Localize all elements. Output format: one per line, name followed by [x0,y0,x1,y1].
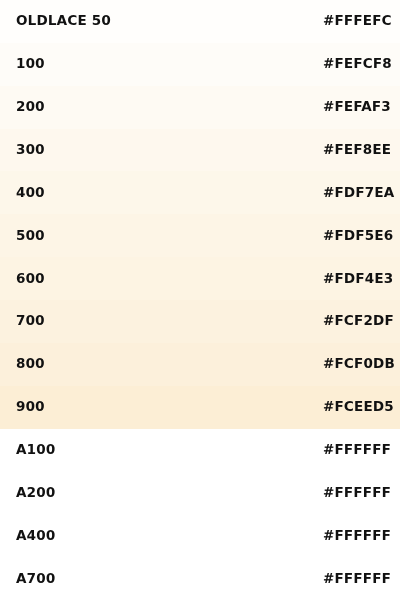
swatch-hex-code: #FEFAF3 [323,99,391,116]
swatch-name: 300 [16,142,45,158]
swatch-hex-code: #FFFFFF [323,570,392,587]
color-swatch-row: 300 #FEF8EE [0,128,400,172]
swatch-name: 500 [16,227,45,244]
swatch-hex-code: #FCF0DB [323,356,395,373]
swatch-hex-code: #FEF8EE [323,142,392,158]
color-swatch-row: 900 #FCEED5 [0,385,400,429]
color-swatch-row: A100 #FFFFFF [0,428,400,472]
swatch-name: A100 [16,442,56,459]
swatch-hex-code: #FCF2DF [323,313,394,330]
swatch-hex-code: #FEFCF8 [323,56,392,73]
color-swatch-row: OLDLACE 50 #FFFEFC [0,0,400,43]
swatch-hex-code: #FDF5E6 [323,227,394,244]
color-swatch-row: 800 #FCF0DB [0,342,400,386]
swatch-hex-code: #FDF4E3 [323,270,394,287]
color-swatch-row: 700 #FCF2DF [0,300,400,343]
swatch-name: A200 [16,484,56,501]
swatch-name: 200 [16,99,45,116]
swatch-hex-code: #FFFFFF [323,484,392,501]
swatch-name: 600 [16,270,45,287]
color-swatch-row: 400 #FDF7EA [0,171,400,215]
color-swatch-row: 500 #FDF5E6 [0,214,400,258]
color-swatch-row: 100 #FEFCF8 [0,42,400,86]
color-swatch-row: 200 #FEFAF3 [0,85,400,129]
color-palette: OLDLACE 50 #FFFEFC 100 #FEFCF8 200 #FEFAF3 300… [0,0,400,600]
color-swatch-row: 600 #FDF4E3 [0,257,400,301]
swatch-name: 800 [16,356,45,373]
swatch-name: OLDLACE 50 [16,13,111,30]
swatch-hex-code: #FFFFFF [323,527,392,544]
color-swatch-row: A400 #FFFFFF [0,514,400,558]
color-swatch-row: A700 #FFFFFF [0,557,400,600]
swatch-name: 700 [16,313,45,330]
swatch-hex-code: #FCEED5 [323,399,394,416]
swatch-name: 900 [16,399,45,416]
color-swatch-row: A200 #FFFFFF [0,471,400,515]
swatch-hex-code: #FFFFFF [323,442,392,459]
swatch-name: A700 [16,570,56,587]
swatch-hex-code: #FFFEFC [323,13,392,30]
swatch-name: A400 [16,527,56,544]
swatch-name: 100 [16,56,45,73]
swatch-hex-code: #FDF7EA [323,184,395,201]
swatch-name: 400 [16,184,45,201]
